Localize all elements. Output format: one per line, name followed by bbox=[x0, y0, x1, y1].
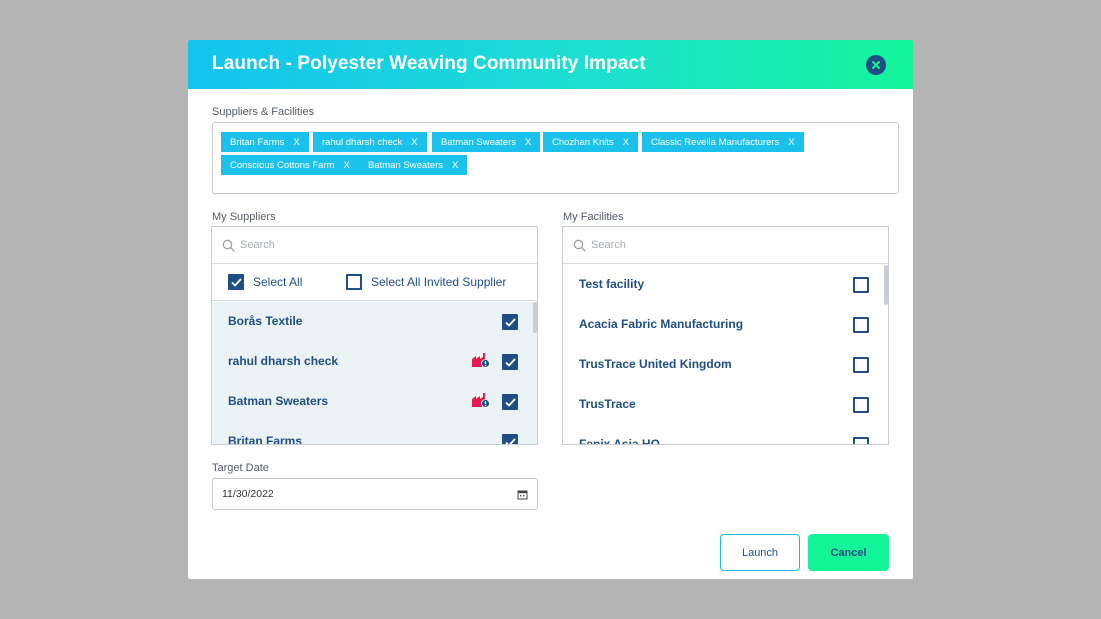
tag: Conscious Cottons Farm X bbox=[221, 155, 359, 175]
target-date-input[interactable]: 11/30/2022 bbox=[212, 478, 538, 510]
supplier-checkbox[interactable] bbox=[502, 354, 518, 370]
facility-checkbox[interactable] bbox=[853, 277, 869, 293]
facility-checkbox[interactable] bbox=[853, 357, 869, 373]
tag-label: Britan Farms bbox=[230, 136, 285, 148]
factory-alert-icon bbox=[472, 393, 490, 408]
tag: Britan Farms X bbox=[221, 132, 309, 152]
select-all-invited-option[interactable]: Select All Invited Supplier bbox=[346, 274, 506, 290]
tag: Chozhan Knits X bbox=[543, 132, 639, 152]
facility-name: TrusTrace bbox=[579, 397, 636, 411]
tag-remove-button[interactable]: X bbox=[788, 137, 794, 148]
tag: rahul dharsh check X bbox=[313, 132, 427, 152]
tag: Batman Sweaters X bbox=[359, 155, 468, 175]
list-item[interactable]: TrusTrace bbox=[563, 385, 888, 425]
suppliers-panel: Select All Select All Invited Supplier B… bbox=[211, 226, 538, 445]
check-icon bbox=[504, 317, 516, 327]
selected-label: Suppliers & Facilities bbox=[212, 106, 315, 118]
supplier-name: Batman Sweaters bbox=[228, 394, 329, 408]
facility-name: Acacia Fabric Manufacturing bbox=[579, 317, 744, 331]
search-icon bbox=[222, 239, 235, 252]
modal-title: Launch - Polyester Weaving Community Imp… bbox=[212, 53, 646, 74]
facility-scrollbar[interactable] bbox=[884, 265, 888, 305]
search-icon bbox=[573, 239, 586, 252]
list-item[interactable]: Britan Farms bbox=[212, 422, 537, 445]
facilities-label: My Facilities bbox=[563, 211, 624, 223]
tag-remove-button[interactable]: X bbox=[452, 160, 458, 171]
list-item[interactable]: Batman Sweaters bbox=[212, 382, 537, 422]
supplier-list: Borås Textile rahul dharsh check Batman … bbox=[212, 302, 537, 445]
calendar-icon[interactable] bbox=[517, 489, 528, 500]
tag: Classic Revella Manufacturers X bbox=[642, 132, 804, 152]
suppliers-search bbox=[212, 227, 537, 264]
modal-header: Launch - Polyester Weaving Community Imp… bbox=[188, 40, 913, 89]
tag-remove-button[interactable]: X bbox=[525, 137, 531, 148]
suppliers-search-input[interactable] bbox=[240, 239, 500, 251]
tag-label: Batman Sweaters bbox=[368, 159, 443, 171]
selected-tags-box: Britan Farms X rahul dharsh check X Batm… bbox=[212, 122, 899, 194]
facility-name: TrusTrace United Kingdom bbox=[579, 357, 732, 371]
select-all-row: Select All Select All Invited Supplier bbox=[212, 264, 537, 301]
check-icon bbox=[504, 397, 516, 407]
facility-checkbox[interactable] bbox=[853, 397, 869, 413]
close-icon bbox=[872, 61, 880, 69]
close-button[interactable] bbox=[866, 55, 886, 75]
select-all-invited-label: Select All Invited Supplier bbox=[371, 275, 507, 289]
supplier-name: Borås Textile bbox=[228, 314, 303, 328]
factory-alert-icon bbox=[472, 353, 490, 368]
tag: Batman Sweaters X bbox=[432, 132, 541, 152]
list-item[interactable]: rahul dharsh check bbox=[212, 342, 537, 382]
list-item[interactable]: Borås Textile bbox=[212, 302, 537, 342]
launch-button[interactable]: Launch bbox=[720, 534, 800, 571]
facilities-panel: Test facility Acacia Fabric Manufacturin… bbox=[562, 226, 889, 445]
list-item[interactable]: Acacia Fabric Manufacturing bbox=[563, 305, 888, 345]
check-icon bbox=[504, 437, 516, 444]
tag-label: Classic Revella Manufacturers bbox=[651, 136, 780, 148]
select-all-invited-checkbox[interactable] bbox=[346, 274, 362, 290]
facility-list: Test facility Acacia Fabric Manufacturin… bbox=[563, 265, 888, 445]
supplier-scrollbar[interactable] bbox=[533, 302, 537, 333]
supplier-name: rahul dharsh check bbox=[228, 354, 339, 368]
tag-label: Conscious Cottons Farm bbox=[230, 159, 335, 171]
tag-remove-button[interactable]: X bbox=[411, 137, 417, 148]
facility-checkbox[interactable] bbox=[853, 317, 869, 333]
cancel-button[interactable]: Cancel bbox=[808, 534, 889, 571]
target-date-value: 11/30/2022 bbox=[222, 488, 274, 500]
tag-label: Chozhan Knits bbox=[552, 136, 614, 148]
tag-remove-button[interactable]: X bbox=[623, 137, 629, 148]
list-item[interactable]: Fenix Asia HQ bbox=[563, 425, 888, 445]
tag-remove-button[interactable]: X bbox=[344, 160, 350, 171]
check-icon bbox=[504, 357, 516, 367]
check-icon bbox=[230, 277, 242, 287]
tag-remove-button[interactable]: X bbox=[293, 137, 299, 148]
supplier-checkbox[interactable] bbox=[502, 394, 518, 410]
launch-modal: Launch - Polyester Weaving Community Imp… bbox=[188, 40, 913, 579]
facility-name: Fenix Asia HQ bbox=[579, 437, 660, 445]
tag-label: Batman Sweaters bbox=[441, 136, 516, 148]
select-all-option[interactable]: Select All bbox=[228, 274, 302, 290]
list-item[interactable]: TrusTrace United Kingdom bbox=[563, 345, 888, 385]
supplier-checkbox[interactable] bbox=[502, 434, 518, 444]
target-date-label: Target Date bbox=[212, 462, 269, 474]
tag-label: rahul dharsh check bbox=[322, 136, 403, 148]
list-item[interactable]: Test facility bbox=[563, 265, 888, 305]
facility-name: Test facility bbox=[579, 277, 645, 291]
supplier-checkbox[interactable] bbox=[502, 314, 518, 330]
select-all-checkbox[interactable] bbox=[228, 274, 244, 290]
select-all-label: Select All bbox=[253, 275, 303, 289]
facilities-search bbox=[563, 227, 888, 264]
facilities-search-input[interactable] bbox=[591, 239, 851, 251]
supplier-name: Britan Farms bbox=[228, 434, 303, 445]
suppliers-label: My Suppliers bbox=[212, 211, 276, 223]
facility-checkbox[interactable] bbox=[853, 437, 869, 444]
